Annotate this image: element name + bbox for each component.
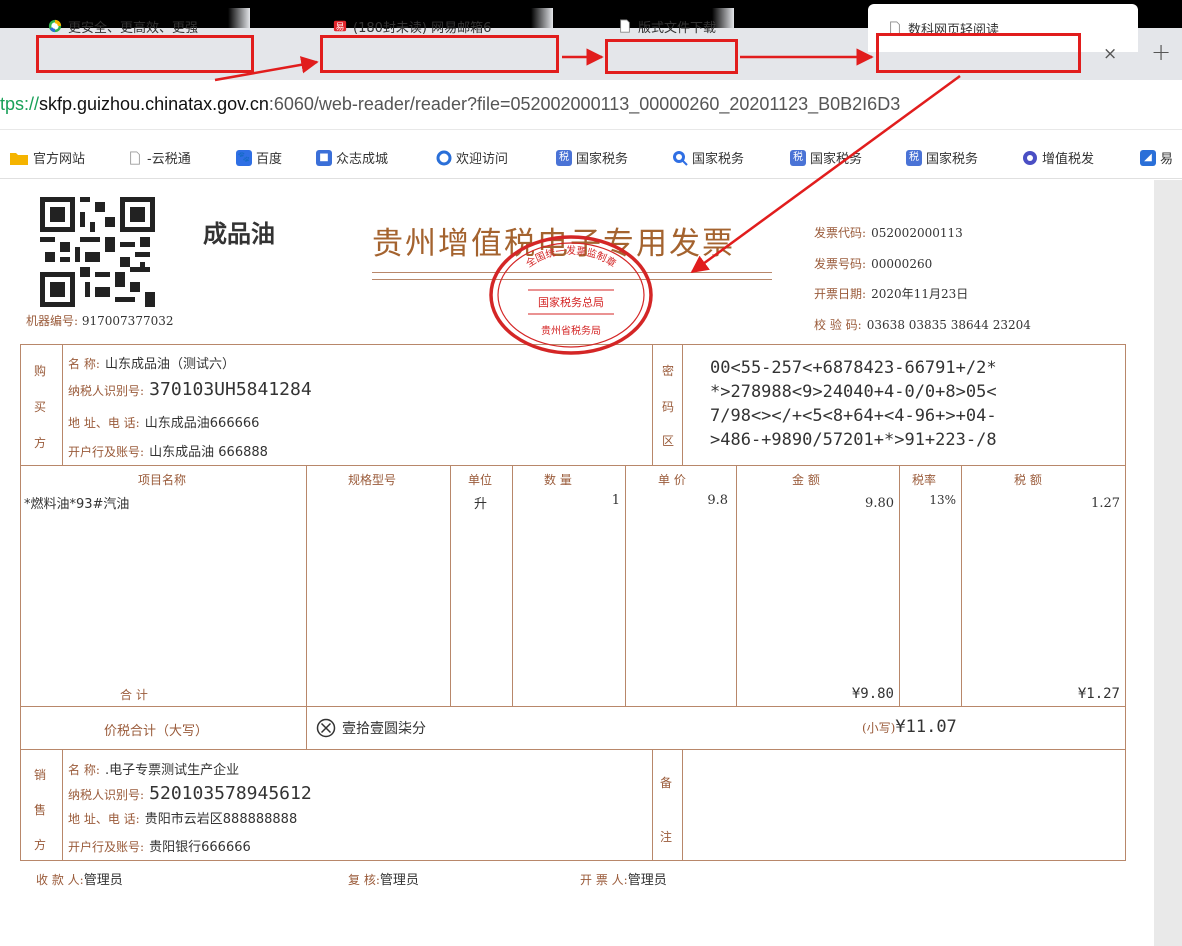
arrow-4 <box>690 74 961 274</box>
annotation-arrows <box>214 48 961 274</box>
arrow-1 <box>214 56 319 82</box>
